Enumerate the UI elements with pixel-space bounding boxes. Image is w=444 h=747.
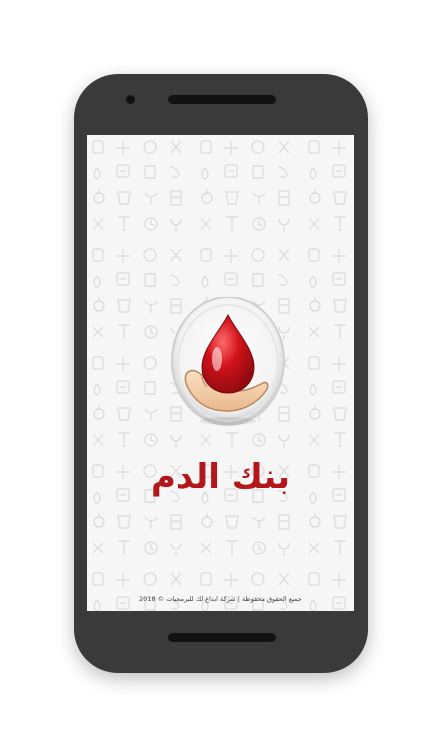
bottom-speaker	[168, 633, 276, 642]
app-title: بنك الدم	[150, 457, 291, 497]
phone-frame: بنك الدم جميع الحقوق محفوظة | شركة ابداع…	[74, 74, 368, 673]
blood-drop-in-hand-icon	[169, 296, 287, 435]
front-camera	[126, 95, 135, 104]
top-speaker	[168, 95, 276, 104]
splash-screen: بنك الدم جميع الحقوق محفوظة | شركة ابداع…	[87, 135, 354, 611]
copyright-footer: جميع الحقوق محفوظة | شركة ابداع لك للبرم…	[139, 595, 302, 603]
